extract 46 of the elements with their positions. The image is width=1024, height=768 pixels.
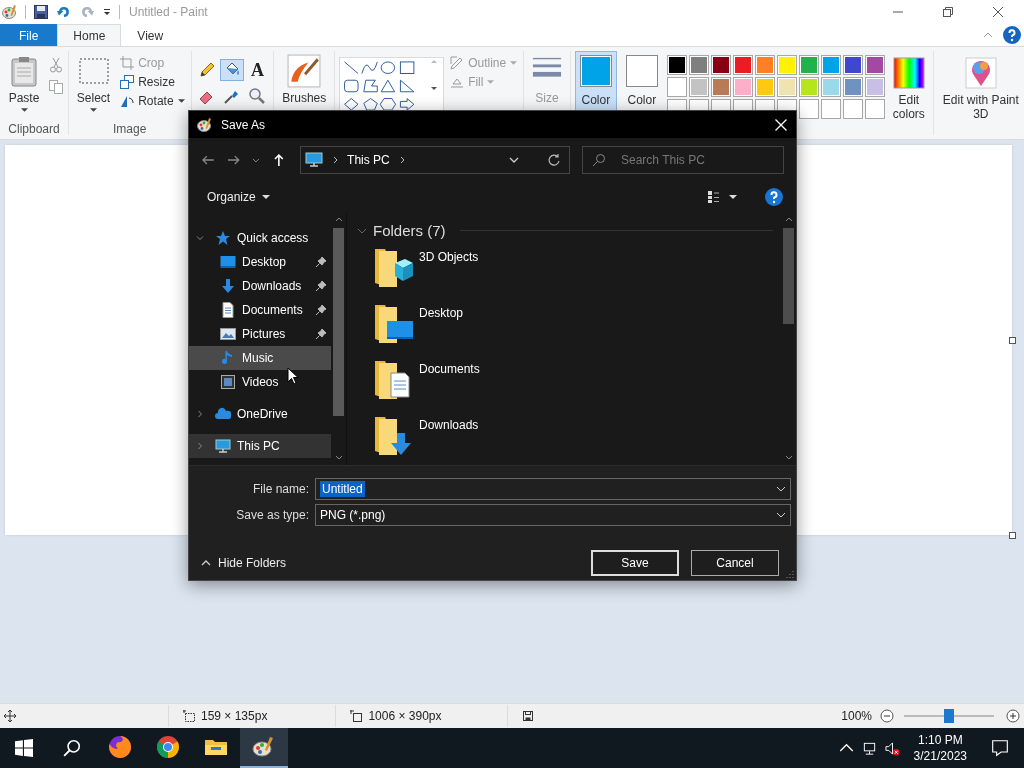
save-button[interactable]: Save — [591, 550, 679, 576]
field-label: Save as type: — [235, 508, 309, 522]
address-bar[interactable]: This PC — [300, 146, 570, 174]
nav-item[interactable]: Downloads — [189, 274, 331, 298]
ribbon-tab[interactable]: View — [121, 24, 180, 46]
image-command[interactable]: Rotate — [118, 93, 187, 109]
paste-button[interactable]: Paste — [4, 51, 44, 122]
edit-colors-button[interactable]: Edit colors — [888, 51, 929, 124]
ribbon-tab[interactable]: Home — [57, 24, 122, 46]
ribbon-tab[interactable]: File — [0, 24, 58, 46]
field-label: File name: — [251, 482, 309, 496]
search-field[interactable]: Search This PC — [582, 146, 784, 174]
nav-item[interactable]: This PC — [189, 434, 331, 458]
breadcrumb-item[interactable]: This PC — [347, 153, 390, 167]
nav-item[interactable]: Videos — [189, 370, 331, 394]
image-size: 1006 × 390px — [368, 709, 442, 723]
select-button[interactable]: Select — [72, 51, 115, 122]
paint-3d-button[interactable]: Edit with Paint 3D — [937, 51, 1024, 124]
nav-item[interactable]: Music — [189, 346, 331, 370]
dialog-title: Save As — [221, 117, 266, 132]
folder-item[interactable]: Downloads — [357, 413, 781, 469]
group-label: Image — [113, 122, 147, 138]
section-header[interactable]: Folders (7) — [373, 222, 446, 239]
file-type-dropdown[interactable]: PNG (*.png) — [315, 504, 791, 526]
clock-time[interactable]: 1:10 PM — [917, 732, 963, 748]
file-name-field[interactable]: Untitled — [315, 478, 791, 500]
nav-item[interactable]: Pictures — [189, 322, 331, 346]
nav-item[interactable]: Desktop — [189, 250, 331, 274]
image-command[interactable]: Resize — [118, 74, 187, 90]
nav-item[interactable]: OneDrive — [189, 402, 331, 426]
brushes-button[interactable]: Brushes — [278, 51, 331, 108]
folder-item[interactable]: 3D Objects — [357, 245, 781, 301]
organize-button[interactable]: Organize — [205, 188, 272, 206]
nav-item[interactable]: Documents — [189, 298, 331, 322]
folder-item[interactable]: Documents — [357, 357, 781, 413]
clock-date[interactable]: 3/21/2023 — [913, 748, 967, 764]
selection-size: 159 × 135px — [201, 709, 268, 723]
cancel-button[interactable]: Cancel — [691, 550, 779, 576]
tool-button[interactable]: A — [245, 59, 270, 81]
color-button[interactable]: Color — [620, 51, 663, 120]
zoom-level: 100% — [841, 709, 872, 723]
group-label: Clipboard — [8, 122, 60, 138]
nav-item[interactable]: Quick access — [189, 226, 331, 250]
hide-folders-button[interactable]: Hide Folders — [201, 556, 287, 570]
folder-item[interactable]: Desktop — [357, 301, 781, 357]
window-title: Untitled - Paint — [129, 5, 208, 19]
